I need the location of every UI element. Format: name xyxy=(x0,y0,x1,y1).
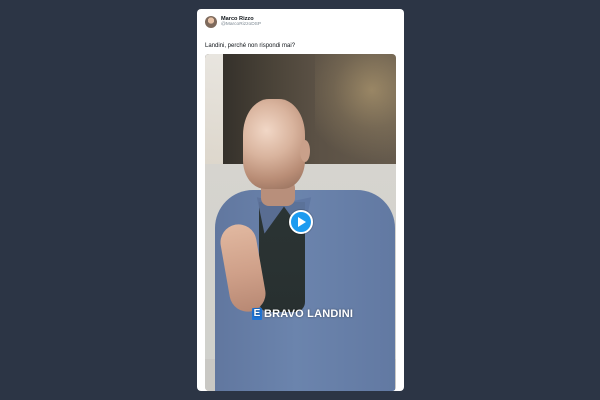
ceiling-glow xyxy=(315,54,396,174)
watermark-text: BRAVO LANDINI xyxy=(264,308,354,320)
user-names: Marco Rizzo @MarcoRizzoDSP xyxy=(221,16,261,27)
video-media[interactable]: E BRAVO LANDINI xyxy=(205,54,396,391)
watermark-logo: E xyxy=(252,308,262,320)
tweet-card: Marco Rizzo @MarcoRizzoDSP Landini, perc… xyxy=(197,9,404,391)
tweet-header: Marco Rizzo @MarcoRizzoDSP xyxy=(205,16,261,28)
play-icon xyxy=(298,217,306,227)
avatar[interactable] xyxy=(205,16,217,28)
play-button[interactable] xyxy=(289,210,313,234)
video-watermark: E BRAVO LANDINI xyxy=(252,308,353,320)
ear xyxy=(300,140,310,162)
tweet-text: Landini, perché non rispondi mai? xyxy=(205,43,296,49)
head xyxy=(243,99,305,189)
user-handle[interactable]: @MarcoRizzoDSP xyxy=(221,22,261,27)
